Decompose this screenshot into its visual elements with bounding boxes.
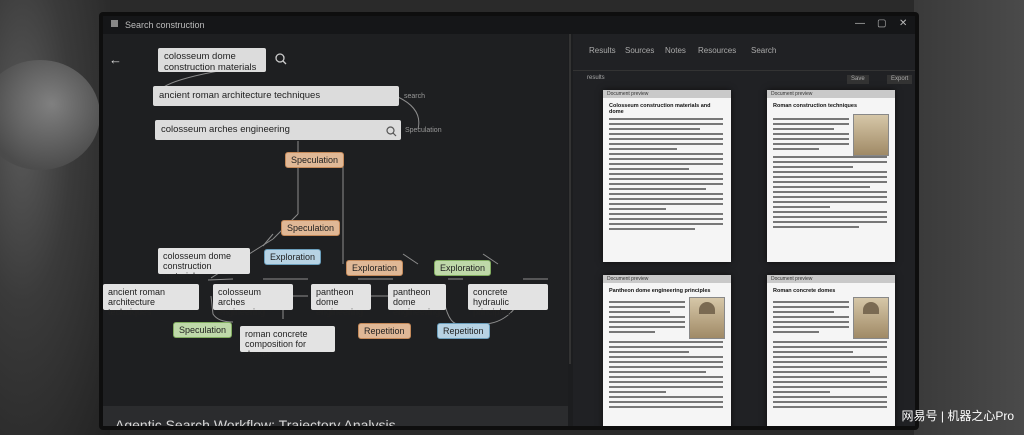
node-pantheon-dome-2[interactable]: pantheon dome engineering [388,284,446,317]
screen: Search construction — ▢ ✕ ← colosseum do… [103,16,915,426]
node-roman-architecture[interactable]: ancient roman architecture techniques [103,284,199,317]
search-icon[interactable] [275,52,287,70]
tag-repetition-1: Repetition [358,323,411,339]
node-concrete-principles[interactable]: concrete hydraulic principles [468,284,548,317]
tab-notes[interactable]: Notes [665,46,686,55]
tag-speculation-3: Speculation [173,322,233,338]
back-icon[interactable]: ← [109,52,122,67]
doc-header: Document preview [603,275,731,283]
doc-card-3[interactable]: Document preview Pantheon dome engineeri… [603,275,731,426]
doc-card-4[interactable]: Document preview Roman concrete domes [767,275,895,426]
tag-speculation-1: Speculation [285,152,345,168]
node-roman-concrete[interactable]: roman concrete composition for domes [240,326,335,359]
doc-header: Document preview [603,90,731,98]
close-button[interactable]: ✕ [899,18,907,29]
search-icon-2[interactable] [386,124,397,142]
tag-repetition-2: Repetition [437,323,490,339]
doc-text-lines-2 [773,156,887,231]
query-side-label-3: Speculation [405,127,442,134]
doc-title: Roman concrete domes [773,288,836,294]
title-bar: Search construction — ▢ ✕ [103,16,915,34]
window-title: Search construction [125,20,205,30]
doc-header: Document preview [767,275,895,283]
doc-text-lines [773,301,849,336]
pantheon-image [689,297,725,339]
query-box-1[interactable]: colosseum dome construction materials [158,48,266,73]
doc-header: Document preview [767,90,895,98]
watermark: 网易号 | 机器之心Pro [901,409,1014,423]
background-right [914,0,1024,435]
tag-exploration-2: Exploration [346,260,404,276]
tag-exploration-3: Exploration [434,260,492,276]
tab-resources[interactable]: Resources [698,46,736,55]
query-box-3[interactable]: colosseum arches engineering [155,120,401,140]
doc-title: Roman construction techniques [773,103,858,109]
caption-title: Agentic Search Workflow: Trajectory Anal… [115,417,396,426]
doc-title: Colosseum construction materials and dom… [609,103,711,115]
export-button[interactable]: Export [887,75,913,84]
tab-search[interactable]: Search [751,46,776,55]
doc-text-lines [609,118,723,233]
query-side-label-2: search [404,93,426,100]
app-icon [111,20,118,27]
temple-image [853,114,889,156]
trajectory-panel: ← colosseum dome construction materials … [103,34,568,426]
caption-bar: Agentic Search Workflow: Trajectory Anal… [103,406,568,426]
doc-card-2[interactable]: Document preview Roman construction tech… [767,90,895,262]
tab-results[interactable]: Results [589,46,616,55]
doc-text-lines-2 [773,341,887,411]
results-tabs: Results Sources Notes Resources Search [573,34,915,71]
maximize-button[interactable]: ▢ [877,18,886,29]
tab-sources[interactable]: Sources [625,46,654,55]
minimize-button[interactable]: — [855,18,865,29]
results-toolbar: results Save Export [573,71,915,87]
panel-divider[interactable] [569,34,571,364]
node-colosseum-dome[interactable]: colosseum dome construction materials [158,248,250,281]
query-box-2[interactable]: ancient roman architecture techniques [153,86,399,106]
monitor: Search construction — ▢ ✕ ← colosseum do… [99,12,919,430]
save-button[interactable]: Save [847,75,869,84]
node-pantheon-dome-1[interactable]: pantheon dome engineering [311,284,371,317]
tag-exploration-1: Exploration [264,249,322,265]
doc-text-lines [773,118,849,153]
doc-title: Pantheon dome engineering principles [609,288,711,294]
dome-image [853,297,889,339]
doc-text-lines-2 [609,341,723,411]
results-panel: Results Sources Notes Resources Search r… [573,34,915,426]
node-colosseum-arches[interactable]: colosseum arches engineering [213,284,293,317]
doc-text-lines [609,301,685,336]
doc-card-1[interactable]: Document preview Colosseum construction … [603,90,731,262]
results-bar-label: results [587,75,605,81]
tag-speculation-2: Speculation [281,220,341,236]
